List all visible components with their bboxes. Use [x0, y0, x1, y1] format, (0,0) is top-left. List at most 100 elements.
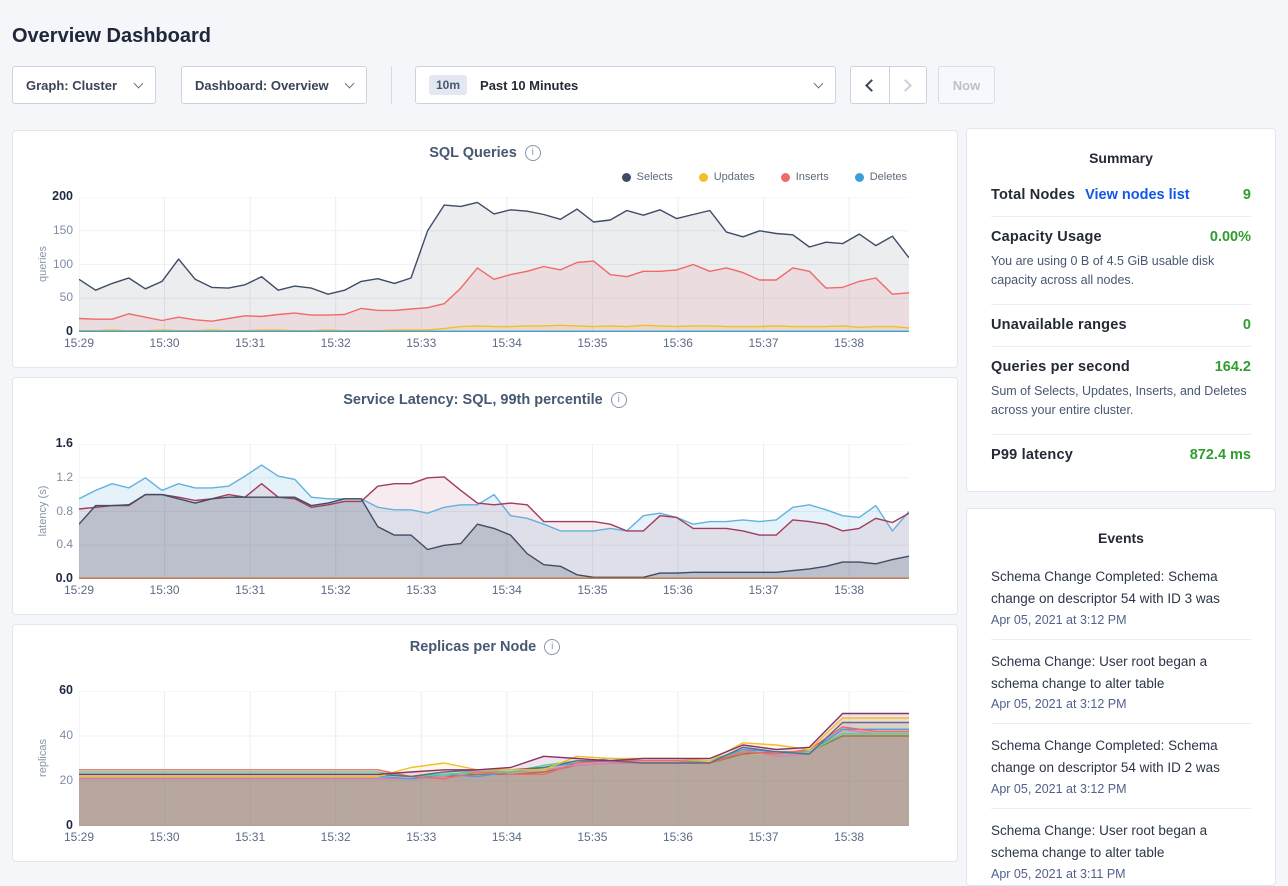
chevron-right-icon [899, 79, 912, 92]
chart-plot-area[interactable] [79, 444, 909, 579]
sql-queries-chart-panel: SQL Queries i SelectsUpdatesInsertsDelet… [12, 130, 958, 368]
summary-row-value: 0 [1243, 317, 1251, 333]
summary-row-label: P99 latency [991, 447, 1073, 463]
legend-item-selects[interactable]: Selects [622, 171, 673, 183]
legend-item-updates[interactable]: Updates [699, 171, 755, 183]
summary-row-p99-latency: P99 latency 872.4 ms [991, 434, 1251, 476]
now-button[interactable]: Now [938, 66, 995, 104]
event-timestamp: Apr 05, 2021 at 3:12 PM [991, 697, 1251, 711]
graph-dropdown[interactable]: Graph: Cluster [12, 66, 156, 104]
y-axis-tick: 50 [13, 290, 73, 304]
summary-title: Summary [991, 129, 1251, 175]
graph-dropdown-label: Graph: Cluster [26, 78, 117, 93]
x-axis-ticks: 15:2915:3015:3115:3215:3315:3415:3515:36… [79, 336, 909, 352]
chart-plot-area[interactable] [79, 197, 909, 332]
event-text: Schema Change Completed: Schema change o… [991, 735, 1251, 779]
event-text: Schema Change Completed: Schema change o… [991, 566, 1251, 610]
x-axis-tick: 15:29 [64, 336, 94, 350]
x-axis-tick: 15:32 [321, 830, 351, 844]
info-icon[interactable]: i [544, 639, 560, 655]
x-axis-tick: 15:38 [834, 336, 864, 350]
x-axis-tick: 15:33 [406, 336, 436, 350]
x-axis-tick: 15:29 [64, 830, 94, 844]
legend-item-inserts[interactable]: Inserts [781, 171, 829, 183]
x-axis-tick: 15:30 [150, 830, 180, 844]
chart-plot-area[interactable] [79, 691, 909, 826]
y-axis-tick: 150 [13, 223, 73, 237]
prev-time-button[interactable] [851, 67, 889, 103]
chart-canvas [79, 197, 909, 332]
x-axis-tick: 15:34 [492, 830, 522, 844]
sidebar: Summary Total Nodes View nodes list 9 Ca… [966, 128, 1276, 886]
chevron-left-icon [865, 79, 878, 92]
y-axis-ticks: 050100150200 [13, 197, 73, 332]
summary-panel: Summary Total Nodes View nodes list 9 Ca… [966, 128, 1276, 492]
summary-row-label: Capacity Usage [991, 229, 1102, 245]
x-axis-tick: 15:35 [577, 830, 607, 844]
y-axis-tick: 1.6 [13, 436, 73, 450]
events-panel: Events Schema Change Completed: Schema c… [966, 508, 1276, 886]
x-axis-tick: 15:36 [663, 583, 693, 597]
y-axis-ticks: 0.00.40.81.21.6 [13, 444, 73, 579]
summary-row-label: Total Nodes [991, 187, 1075, 203]
x-axis-tick: 15:37 [749, 336, 779, 350]
legend-label: Updates [714, 171, 755, 183]
summary-row-unavailable-ranges: Unavailable ranges 0 [991, 304, 1251, 346]
y-axis-tick: 1.2 [13, 470, 73, 484]
x-axis-tick: 15:35 [577, 336, 607, 350]
x-axis-tick: 15:31 [235, 583, 265, 597]
summary-row-label: Unavailable ranges [991, 317, 1127, 333]
replicas-per-node-chart-panel: Replicas per Node i replicas 0204060 15:… [12, 624, 958, 862]
time-nav-buttons [850, 66, 927, 104]
info-icon[interactable]: i [611, 392, 627, 408]
y-axis-tick: 200 [13, 189, 73, 203]
legend-dot [781, 173, 790, 182]
chart-canvas [79, 444, 909, 579]
y-axis-tick: 0.8 [13, 504, 73, 518]
x-axis-tick: 15:36 [663, 830, 693, 844]
x-axis-tick: 15:38 [834, 830, 864, 844]
summary-row-label: Queries per second [991, 359, 1130, 375]
summary-row-caption: Sum of Selects, Updates, Inserts, and De… [991, 382, 1251, 421]
x-axis-tick: 15:35 [577, 583, 607, 597]
overview-dashboard-page: { "page": { "title": "Overview Dashboard… [0, 0, 1288, 868]
x-axis-tick: 15:37 [749, 830, 779, 844]
summary-row-value: 164.2 [1215, 359, 1251, 375]
chevron-down-icon [814, 78, 824, 88]
x-axis-tick: 15:30 [150, 583, 180, 597]
chart-canvas [79, 691, 909, 826]
chart-title: Replicas per Node [410, 639, 537, 655]
event-timestamp: Apr 05, 2021 at 3:12 PM [991, 613, 1251, 627]
chart-legend: Selects Updates Inserts Deletes [622, 171, 907, 183]
event-text: Schema Change: User root began a schema … [991, 651, 1251, 695]
dashboard-dropdown[interactable]: Dashboard: Overview [181, 66, 367, 104]
legend-dot [855, 173, 864, 182]
now-button-label: Now [953, 78, 980, 93]
service-latency-chart-panel: Service Latency: SQL, 99th percentile i … [12, 377, 958, 615]
x-axis-tick: 15:34 [492, 583, 522, 597]
next-time-button[interactable] [889, 67, 927, 103]
summary-row-value: 0.00% [1210, 229, 1251, 245]
time-range-label: Past 10 Minutes [480, 78, 578, 93]
time-range-badge: 10m [429, 75, 467, 95]
events-title: Events [991, 509, 1251, 555]
y-axis-tick: 40 [13, 728, 73, 742]
info-icon[interactable]: i [525, 145, 541, 161]
time-range-dropdown[interactable]: 10m Past 10 Minutes [415, 66, 836, 104]
y-axis-tick: 20 [13, 773, 73, 787]
summary-row-caption: You are using 0 B of 4.5 GiB usable disk… [991, 252, 1251, 291]
page-title: Overview Dashboard [12, 25, 211, 48]
y-axis-tick: 0.4 [13, 537, 73, 551]
event-timestamp: Apr 05, 2021 at 3:11 PM [991, 867, 1251, 881]
legend-item-deletes[interactable]: Deletes [855, 171, 907, 183]
event-item: Schema Change: User root began a schema … [991, 639, 1251, 724]
x-axis-tick: 15:31 [235, 830, 265, 844]
event-text: Schema Change: User root began a schema … [991, 820, 1251, 864]
x-axis-tick: 15:36 [663, 336, 693, 350]
legend-label: Inserts [796, 171, 829, 183]
summary-row-value: 872.4 ms [1190, 447, 1251, 463]
summary-row-capacity-usage: Capacity Usage 0.00% You are using 0 B o… [991, 216, 1251, 304]
dashboard-dropdown-label: Dashboard: Overview [195, 78, 329, 93]
x-axis-tick: 15:31 [235, 336, 265, 350]
view-nodes-list-link[interactable]: View nodes list [1085, 187, 1190, 203]
